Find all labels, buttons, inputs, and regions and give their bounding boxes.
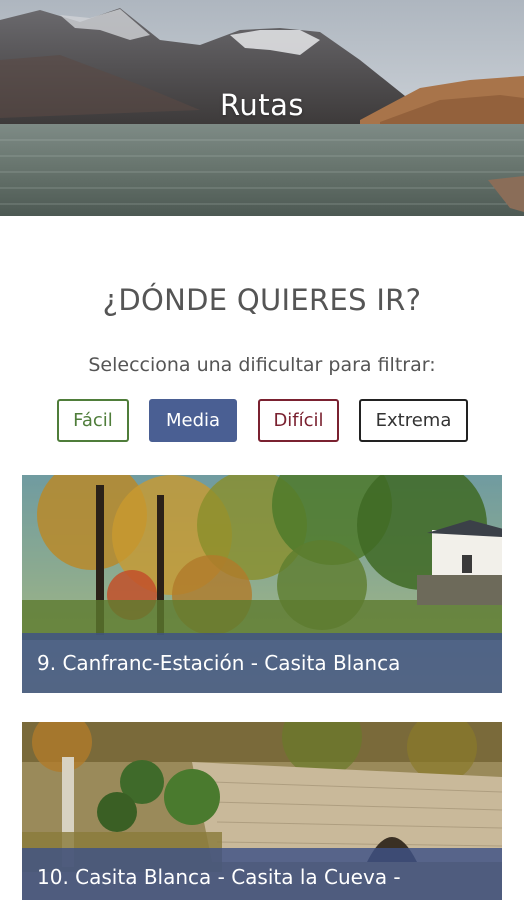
- route-card[interactable]: 10. Casita Blanca - Casita la Cueva -: [22, 722, 502, 900]
- hero-banner: Rutas: [0, 0, 524, 216]
- filter-instruction: Selecciona una dificultar para filtrar:: [88, 354, 436, 376]
- route-card[interactable]: 9. Canfranc-Estación - Casita Blanca: [22, 475, 502, 693]
- filter-dificil-button[interactable]: Difícil: [258, 399, 339, 442]
- section-heading: ¿DÓNDE QUIERES IR?: [102, 283, 422, 317]
- route-title: 10. Casita Blanca - Casita la Cueva -: [22, 848, 502, 900]
- difficulty-filter-group: Fácil Media Difícil Extrema: [0, 399, 524, 443]
- route-title: 9. Canfranc-Estación - Casita Blanca: [22, 633, 502, 693]
- page-title: Rutas: [220, 88, 304, 122]
- filter-media-button[interactable]: Media: [149, 399, 237, 442]
- filter-facil-button[interactable]: Fácil: [57, 399, 129, 442]
- filter-extrema-button[interactable]: Extrema: [359, 399, 468, 442]
